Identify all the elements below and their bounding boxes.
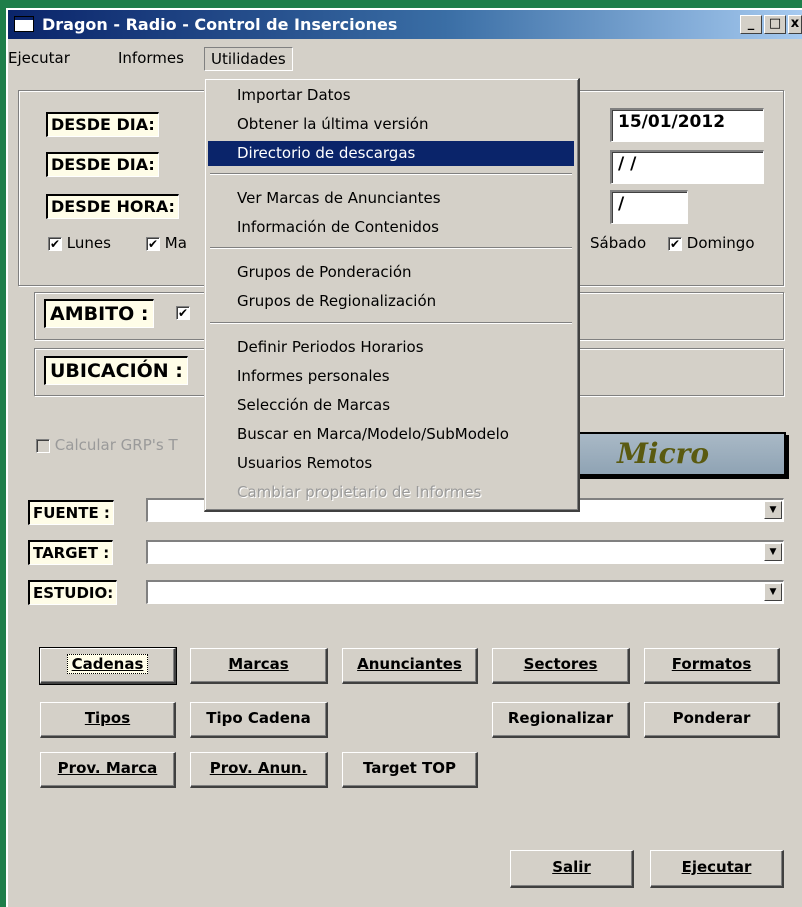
menu-item-informacion-contenidos[interactable]: Información de Contenidos bbox=[208, 215, 574, 240]
ambito-checkbox[interactable]: ✔ bbox=[176, 306, 190, 320]
menu-item-obtener-ultima-version[interactable]: Obtener la última versión bbox=[208, 112, 574, 137]
estudio-combo[interactable]: ▼ bbox=[146, 580, 784, 604]
menu-item-usuarios-remotos[interactable]: Usuarios Remotos bbox=[208, 451, 574, 476]
salir-button[interactable]: Salir bbox=[510, 850, 634, 888]
target-combo[interactable]: ▼ bbox=[146, 540, 784, 564]
estudio-label: ESTUDIO: bbox=[28, 580, 118, 605]
day-martes[interactable]: ✔ Ma bbox=[146, 234, 187, 252]
menu-item-definir-periodos-horarios[interactable]: Definir Periodos Horarios bbox=[208, 335, 574, 360]
hasta-hora-input[interactable]: / bbox=[610, 190, 688, 224]
calcular-grps-option[interactable]: Calcular GRP's T bbox=[36, 436, 178, 454]
fuente-label: FUENTE : bbox=[28, 500, 114, 525]
app-icon bbox=[14, 16, 34, 32]
martes-checkbox[interactable]: ✔ bbox=[146, 236, 160, 251]
utilidades-dropdown: Importar Datos Obtener la última versión… bbox=[204, 78, 580, 512]
marcas-button[interactable]: Marcas bbox=[190, 648, 328, 684]
menu-item-importar-datos[interactable]: Importar Datos bbox=[208, 83, 574, 108]
hasta-dia-input[interactable]: 15/01/2012 bbox=[610, 108, 764, 142]
menu-informes[interactable]: Informes bbox=[118, 49, 184, 67]
menu-item-grupos-ponderacion[interactable]: Grupos de Ponderación bbox=[208, 260, 574, 285]
chevron-down-icon[interactable]: ▼ bbox=[764, 543, 782, 561]
hasta-dia-2-input[interactable]: / / bbox=[610, 150, 764, 184]
regionalizar-button[interactable]: Regionalizar bbox=[492, 702, 630, 738]
minimize-button[interactable]: _ bbox=[740, 15, 762, 34]
window-title: Dragon - Radio - Control de Inserciones bbox=[42, 15, 398, 34]
ambito-label: AMBITO : bbox=[44, 299, 154, 328]
target-top-button[interactable]: Target TOP bbox=[342, 752, 478, 788]
menu-item-seleccion-marcas[interactable]: Selección de Marcas bbox=[208, 393, 574, 418]
tipos-button[interactable]: Tipos bbox=[40, 702, 176, 738]
desde-dia-label: DESDE DIA: bbox=[46, 112, 159, 137]
menu-item-cambiar-propietario: Cambiar propietario de Informes bbox=[237, 483, 482, 501]
chevron-down-icon[interactable]: ▼ bbox=[764, 583, 782, 601]
lunes-label: Lunes bbox=[66, 234, 111, 252]
sabado-label: Sábado bbox=[590, 234, 647, 252]
desde-dia-2-label: DESDE DIA: bbox=[46, 152, 159, 177]
menu-separator bbox=[210, 173, 572, 175]
menu-item-ver-marcas-anunciantes[interactable]: Ver Marcas de Anunciantes bbox=[208, 186, 574, 211]
menu-ejecutar[interactable]: Ejecutar bbox=[8, 49, 70, 67]
anunciantes-button[interactable]: Anunciantes bbox=[342, 648, 478, 684]
ponderar-button[interactable]: Ponderar bbox=[644, 702, 780, 738]
calcular-grps-checkbox[interactable] bbox=[36, 438, 50, 453]
desde-hora-label: DESDE HORA: bbox=[46, 194, 179, 219]
tipo-cadena-button[interactable]: Tipo Cadena bbox=[190, 702, 328, 738]
formatos-button[interactable]: Formatos bbox=[644, 648, 780, 684]
domingo-label: Domingo bbox=[686, 234, 755, 252]
day-domingo[interactable]: ✔ Domingo bbox=[668, 234, 755, 252]
target-label: TARGET : bbox=[28, 540, 114, 565]
ejecutar-button[interactable]: Ejecutar bbox=[650, 850, 784, 888]
menu-item-informes-personales[interactable]: Informes personales bbox=[208, 364, 574, 389]
menu-separator bbox=[210, 322, 572, 324]
menu-item-buscar-marca-modelo[interactable]: Buscar en Marca/Modelo/SubModelo bbox=[208, 422, 574, 447]
lunes-checkbox[interactable]: ✔ bbox=[48, 236, 62, 251]
sectores-button[interactable]: Sectores bbox=[492, 648, 630, 684]
maximize-button[interactable]: □ bbox=[764, 15, 786, 34]
prov-marca-button[interactable]: Prov. Marca bbox=[40, 752, 176, 788]
menu-utilidades[interactable]: Utilidades bbox=[204, 47, 293, 71]
chevron-down-icon[interactable]: ▼ bbox=[764, 501, 782, 519]
cadenas-button[interactable]: Cadenas bbox=[39, 647, 177, 685]
prov-anun-button[interactable]: Prov. Anun. bbox=[190, 752, 328, 788]
menu-separator bbox=[210, 247, 572, 249]
title-bar[interactable]: Dragon - Radio - Control de Inserciones … bbox=[8, 10, 802, 39]
calcular-grps-label: Calcular GRP's T bbox=[54, 436, 178, 454]
menu-item-grupos-regionalizacion[interactable]: Grupos de Regionalización bbox=[208, 289, 574, 314]
day-lunes[interactable]: ✔ Lunes bbox=[48, 234, 111, 252]
martes-label: Ma bbox=[164, 234, 187, 252]
domingo-checkbox[interactable]: ✔ bbox=[668, 236, 682, 251]
menu-item-directorio-descargas[interactable]: Directorio de descargas bbox=[208, 141, 574, 166]
ubicacion-label: UBICACIÓN : bbox=[44, 356, 188, 385]
close-button[interactable]: x bbox=[788, 15, 802, 34]
